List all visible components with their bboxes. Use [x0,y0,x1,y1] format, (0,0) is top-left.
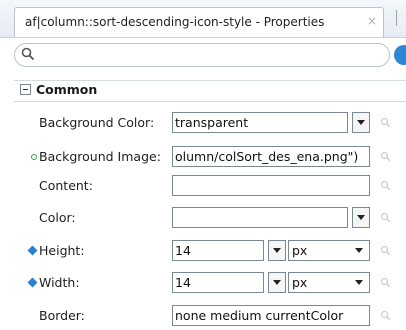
tab-properties[interactable]: af|column::sort-descending-icon-style - … [14,7,384,37]
property-label: Border: [39,308,85,323]
width-dropdown[interactable] [268,272,286,293]
property-row-width: Width: 14 px [0,269,406,295]
tab-bar: af|column::sort-descending-icon-style - … [0,0,406,38]
property-row-background-image: Background Image: olumn/colSort_des_ena.… [0,143,406,169]
property-label: Color: [39,210,76,225]
height-field[interactable]: 14 [172,240,264,261]
property-row-color: Color: [0,204,406,230]
search-icon[interactable] [380,180,391,191]
search-icon[interactable] [380,245,391,256]
width-unit-select[interactable]: px [288,272,370,293]
background-color-field[interactable]: transparent [172,112,348,133]
section-common-header[interactable]: Common [14,80,406,102]
width-field[interactable]: 14 [172,272,264,293]
set-value-marker-icon [27,277,38,288]
close-icon[interactable]: × [367,14,377,28]
search-icon[interactable] [380,277,391,288]
search-icon [21,47,35,61]
background-image-field[interactable]: olumn/colSort_des_ena.png") [172,146,370,167]
modified-marker-icon [31,154,37,160]
search-bar [0,38,406,74]
color-field[interactable] [172,207,348,228]
tab-title: af|column::sort-descending-icon-style - … [25,15,325,29]
section-title: Common [36,82,98,97]
property-row-height: Height: 14 px [0,237,406,263]
border-field[interactable]: none medium currentColor [172,305,370,326]
search-icon[interactable] [380,117,391,128]
property-label: Content: [39,178,93,193]
property-label: Background Color: [39,115,155,130]
search-icon[interactable] [380,151,391,162]
height-dropdown[interactable] [268,240,286,261]
color-dropdown[interactable] [352,207,370,228]
property-row-background-color: Background Color: transparent [0,109,406,135]
property-row-border: Border: none medium currentColor [0,302,406,328]
search-options-button[interactable] [394,45,406,65]
set-value-marker-icon [27,245,38,256]
property-label: Height: [39,243,85,258]
next-tab-edge[interactable] [396,10,397,26]
background-color-dropdown[interactable] [352,112,370,133]
property-label: Background Image: [39,149,161,164]
search-icon[interactable] [380,310,391,321]
property-row-content: Content: [0,172,406,198]
collapse-icon[interactable] [20,84,31,95]
content-field[interactable] [172,175,370,196]
height-unit-select[interactable]: px [288,240,370,261]
search-input[interactable] [14,43,390,67]
property-label: Width: [39,275,80,290]
search-icon[interactable] [380,212,391,223]
